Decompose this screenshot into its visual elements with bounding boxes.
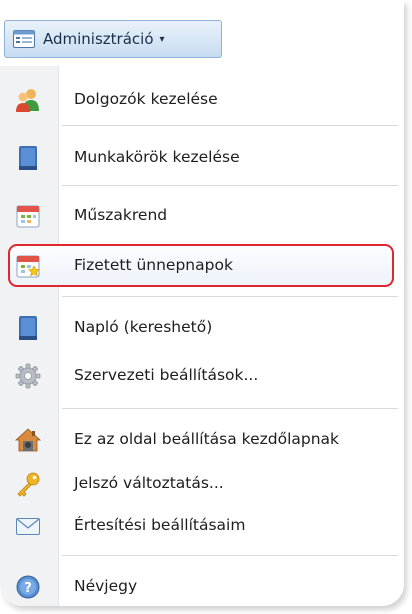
menu-item-change-password[interactable]: Jelszó változtatás... — [0, 461, 404, 505]
administration-menu-label: Adminisztráció — [43, 30, 154, 48]
menu-item-label: Munkakörök kezelése — [74, 148, 240, 166]
svg-text:?: ? — [24, 581, 32, 596]
menu-item-label: Ez az oldal beállítása kezdőlapnak — [74, 430, 340, 448]
menu-item-label: Szervezeti beállítások... — [74, 366, 259, 384]
menu-separator — [62, 185, 398, 186]
home-icon — [15, 427, 41, 453]
menu-item-notification-settings[interactable]: Értesítési beállításaim — [0, 503, 404, 547]
menu-item-about[interactable]: ? Névjegy — [0, 564, 404, 606]
menu-item-label: Dolgozók kezelése — [74, 90, 218, 108]
menu-separator — [62, 125, 398, 126]
calendar-icon — [15, 203, 41, 229]
menu-item-label: Napló (kereshető) — [74, 318, 213, 336]
envelope-icon — [15, 513, 41, 539]
menu-item-label: Névjegy — [74, 577, 138, 595]
menu-item-employees[interactable]: Dolgozók kezelése — [0, 77, 404, 121]
chevron-down-icon: ▾ — [159, 33, 165, 45]
key-icon — [15, 471, 41, 497]
menu-item-paid-holidays[interactable]: Fizetett ünnepnapok — [0, 243, 404, 287]
info-icon: ? — [15, 574, 41, 600]
menu-item-set-homepage[interactable]: Ez az oldal beállítása kezdőlapnak — [0, 417, 404, 461]
menu-item-label: Fizetett ünnepnapok — [74, 256, 233, 274]
book-icon — [15, 315, 41, 341]
administration-menu-button[interactable]: Adminisztráció ▾ — [4, 20, 222, 58]
gear-icon — [15, 363, 41, 389]
application-menu-window: Adminisztráció ▾ Dolgozók kezelése Munka… — [0, 0, 404, 606]
menu-item-label: Jelszó változtatás... — [74, 474, 224, 492]
menu-item-shift-schedule[interactable]: Műszakrend — [0, 193, 404, 237]
menu-item-organization-settings[interactable]: Szervezeti beállítások... — [0, 353, 404, 397]
calendar-star-icon — [15, 253, 41, 279]
menu-item-label: Műszakrend — [74, 206, 168, 224]
menu-separator — [62, 408, 398, 409]
users-icon — [15, 87, 41, 113]
menu-separator — [62, 296, 398, 297]
book-icon — [15, 145, 41, 171]
menu-item-label: Értesítési beállításaim — [74, 516, 246, 534]
menu-separator — [62, 555, 398, 556]
administration-dropdown-menu: Dolgozók kezelése Munkakörök kezelése Mű… — [0, 66, 404, 606]
menu-item-job-roles[interactable]: Munkakörök kezelése — [0, 135, 404, 179]
menu-item-log[interactable]: Napló (kereshető) — [0, 305, 404, 349]
menu-bar: Adminisztráció ▾ — [0, 0, 404, 66]
window-list-icon — [13, 30, 35, 48]
